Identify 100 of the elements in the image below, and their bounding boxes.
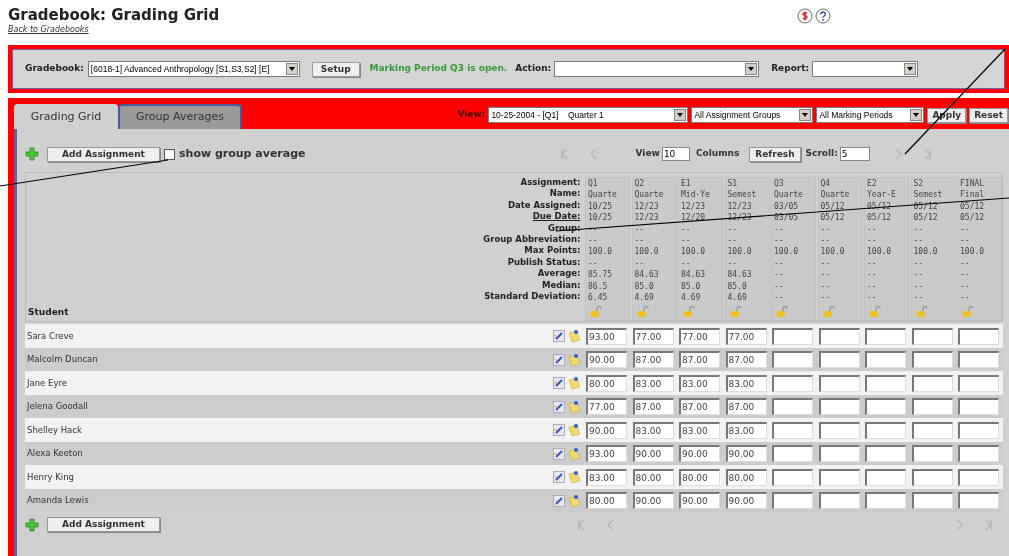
score-field[interactable] [958, 492, 999, 510]
score-field[interactable] [865, 445, 906, 463]
score-field[interactable]: 77.00 [679, 327, 720, 345]
report-dropdown[interactable] [812, 61, 919, 77]
score-field[interactable]: 80.00 [586, 374, 627, 392]
score-field[interactable]: 93.00 [586, 445, 627, 463]
note-icon[interactable] [567, 329, 581, 344]
score-field[interactable] [911, 351, 953, 369]
note-icon[interactable] [567, 399, 581, 414]
score-field[interactable] [772, 398, 813, 416]
score-field[interactable] [818, 374, 860, 392]
score-field[interactable]: 83.00 [679, 421, 720, 439]
score-field[interactable] [818, 445, 860, 463]
score-field[interactable] [911, 398, 953, 416]
score-field[interactable] [865, 327, 906, 345]
score-field[interactable]: 90.00 [679, 445, 720, 463]
dropdown-arrow-icon[interactable] [913, 113, 920, 117]
score-field[interactable] [865, 468, 906, 486]
score-field[interactable]: 90.00 [725, 492, 767, 510]
score-field[interactable] [958, 421, 999, 439]
score-field[interactable]: 90.00 [632, 492, 674, 510]
view-count-field[interactable]: 10 [661, 147, 690, 161]
score-field[interactable]: 87.00 [632, 351, 674, 369]
score-field[interactable]: 83.00 [725, 421, 767, 439]
score-field[interactable] [958, 374, 999, 392]
score-field[interactable] [865, 351, 906, 369]
score-field[interactable]: 83.00 [632, 374, 674, 392]
score-field[interactable] [865, 374, 906, 392]
marking-periods-dropdown[interactable]: All Marking Periods [816, 107, 925, 123]
note-icon[interactable] [567, 352, 581, 367]
header-label[interactable]: Due Date: [532, 211, 581, 223]
assignment-groups-dropdown[interactable]: All Assignment Groups [691, 107, 814, 123]
score-field[interactable]: 77.00 [586, 398, 627, 416]
score-field[interactable]: 80.00 [632, 468, 674, 486]
gradebook-dropdown[interactable]: [6018-1] Advanced Anthropology [S1,S3,S2] [E] [87, 61, 300, 77]
score-field[interactable]: 77.00 [725, 327, 767, 345]
score-field[interactable] [865, 492, 906, 510]
refresh-button[interactable]: Refresh [749, 146, 801, 162]
score-field[interactable] [958, 351, 999, 369]
score-field[interactable] [911, 421, 953, 439]
scroll-field[interactable]: 5 [839, 147, 870, 161]
score-field[interactable]: 87.00 [725, 398, 767, 416]
dropdown-arrow-icon[interactable] [802, 113, 809, 117]
show-group-average-checkbox[interactable] [164, 148, 175, 160]
score-field[interactable] [772, 468, 813, 486]
add-icon[interactable] [25, 147, 39, 161]
score-field[interactable] [958, 468, 999, 486]
score-field[interactable] [818, 351, 860, 369]
reset-button[interactable]: Reset [969, 107, 1008, 123]
score-field[interactable]: 80.00 [586, 492, 627, 510]
score-field[interactable] [818, 421, 860, 439]
score-field[interactable] [772, 374, 813, 392]
dropdown-arrow-icon[interactable] [677, 113, 684, 117]
score-field[interactable]: 83.00 [632, 421, 674, 439]
score-field[interactable] [911, 374, 953, 392]
score-field[interactable]: 87.00 [679, 351, 720, 369]
score-field[interactable] [958, 445, 999, 463]
score-field[interactable] [772, 327, 813, 345]
score-field[interactable] [958, 398, 999, 416]
score-field[interactable] [865, 398, 906, 416]
score-field[interactable]: 77.00 [632, 327, 674, 345]
note-icon[interactable] [567, 493, 581, 508]
score-field[interactable] [772, 445, 813, 463]
score-field[interactable]: 90.00 [586, 351, 627, 369]
pencil-icon[interactable] [552, 353, 565, 366]
note-icon[interactable] [567, 470, 581, 485]
note-icon[interactable] [567, 376, 581, 391]
score-field[interactable]: 93.00 [586, 327, 627, 345]
score-field[interactable] [818, 398, 860, 416]
dropdown-arrow-icon[interactable] [748, 67, 755, 71]
action-dropdown[interactable] [554, 61, 760, 77]
note-icon[interactable] [567, 446, 581, 461]
score-field[interactable]: 90.00 [632, 445, 674, 463]
score-field[interactable]: 87.00 [679, 398, 720, 416]
score-field[interactable]: 90.00 [725, 445, 767, 463]
pencil-icon[interactable] [552, 377, 565, 390]
score-field[interactable]: 87.00 [725, 351, 767, 369]
add-assignment-button[interactable]: Add Assignment [47, 517, 160, 533]
score-field[interactable] [772, 351, 813, 369]
dropdown-arrow-icon[interactable] [288, 67, 295, 71]
setup-button[interactable]: Setup [311, 61, 360, 77]
score-field[interactable] [818, 468, 860, 486]
help-icon[interactable] [815, 8, 832, 24]
score-field[interactable] [911, 327, 953, 345]
score-field[interactable] [818, 492, 860, 510]
note-icon[interactable] [567, 423, 581, 438]
score-field[interactable] [911, 445, 953, 463]
score-field[interactable]: 87.00 [632, 398, 674, 416]
score-field[interactable]: 83.00 [725, 374, 767, 392]
score-field[interactable] [818, 327, 860, 345]
score-field[interactable]: 83.00 [679, 374, 720, 392]
tab[interactable]: Group Averages [118, 104, 242, 129]
pencil-icon[interactable] [552, 447, 565, 460]
score-field[interactable] [772, 421, 813, 439]
score-field[interactable]: 80.00 [679, 468, 720, 486]
add-assignment-button[interactable]: Add Assignment [47, 146, 160, 162]
score-field[interactable] [958, 327, 999, 345]
pencil-icon[interactable] [552, 330, 565, 343]
back-link[interactable]: Back to Gradebooks [8, 24, 220, 36]
dollar-circle-icon[interactable] [797, 8, 814, 24]
